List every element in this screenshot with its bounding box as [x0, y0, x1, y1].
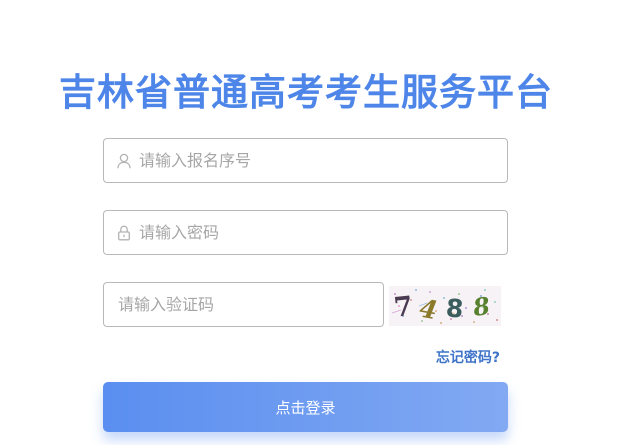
lock-icon [117, 225, 131, 241]
forgot-password-link[interactable]: 忘记密码? [436, 347, 500, 367]
captcha-field[interactable] [103, 282, 384, 327]
captcha-char: 7 [392, 291, 414, 324]
password-input[interactable] [139, 211, 507, 254]
page-title: 吉林省普通高考考生服务平台 [59, 70, 553, 114]
captcha-char: 8 [445, 293, 465, 323]
username-input[interactable] [139, 139, 507, 182]
username-field[interactable] [103, 138, 508, 183]
password-field[interactable] [103, 210, 508, 255]
captcha-input[interactable] [104, 283, 383, 326]
user-icon [117, 153, 131, 169]
captcha-image[interactable]: 7 4 8 8 [389, 286, 501, 326]
login-button[interactable]: 点击登录 [103, 382, 508, 432]
